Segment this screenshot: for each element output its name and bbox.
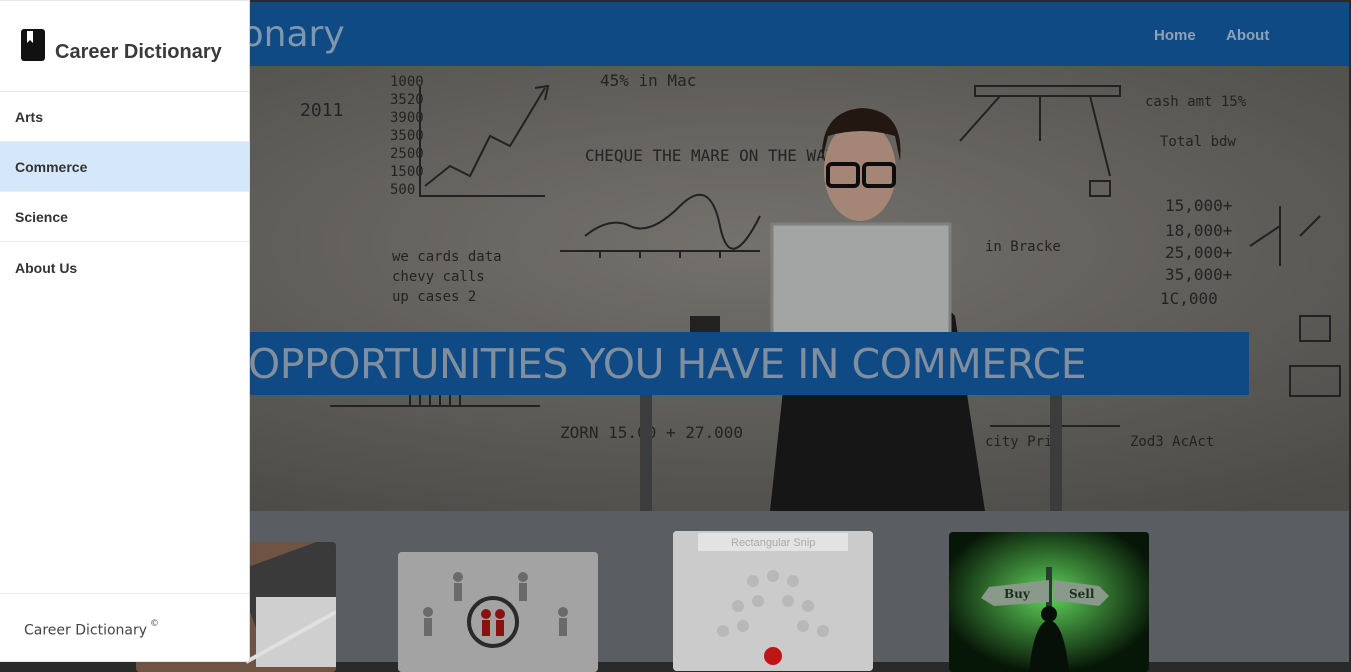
sidebar-item-label: About Us — [15, 260, 78, 276]
sidebar-item-about-us[interactable]: About Us — [0, 243, 249, 293]
card-snip-label: Rectangular Snip — [731, 537, 815, 549]
sidebar-item-arts[interactable]: Arts — [0, 92, 249, 142]
sign-sell-label: Sell — [1069, 587, 1095, 601]
hero-banner-text: OPPORTUNITIES YOU HAVE IN COMMERCE — [248, 340, 1087, 388]
sidebar-drawer: Career Dictionary Arts Commerce Science … — [0, 0, 250, 662]
sign-buy-label: Buy — [1004, 587, 1031, 601]
sidebar-item-science[interactable]: Science — [0, 192, 249, 242]
book-icon — [21, 29, 45, 61]
sidebar-footer: Career Dictionary © — [0, 593, 249, 662]
sidebar-item-commerce[interactable]: Commerce — [0, 142, 249, 192]
sidebar-item-label: Arts — [15, 109, 44, 125]
nav-about-link[interactable]: About — [1226, 27, 1269, 44]
card-people-search[interactable] — [398, 552, 598, 672]
nav-home-link[interactable]: Home — [1154, 27, 1196, 44]
hero-banner: OPPORTUNITIES YOU HAVE IN COMMERCE — [160, 332, 1249, 395]
sidebar-footer-text: Career Dictionary © — [24, 619, 160, 639]
buy-sell-signpost-image: Buy Sell — [949, 532, 1149, 672]
card-leadership[interactable]: Rectangular Snip — [673, 531, 873, 671]
sidebar-item-label: Commerce — [15, 159, 88, 175]
copyright-mark: © — [150, 619, 160, 629]
footer-brand: Career Dictionary — [24, 622, 148, 639]
sidebar-header: Career Dictionary — [0, 1, 249, 92]
sidebar-item-label: Science — [15, 209, 68, 225]
card-buy-sell[interactable]: Buy Sell — [949, 532, 1149, 672]
sidebar-title[interactable]: Career Dictionary — [55, 41, 222, 64]
crowd-leader-image: Rectangular Snip — [673, 531, 873, 671]
people-magnifier-image — [398, 552, 598, 672]
